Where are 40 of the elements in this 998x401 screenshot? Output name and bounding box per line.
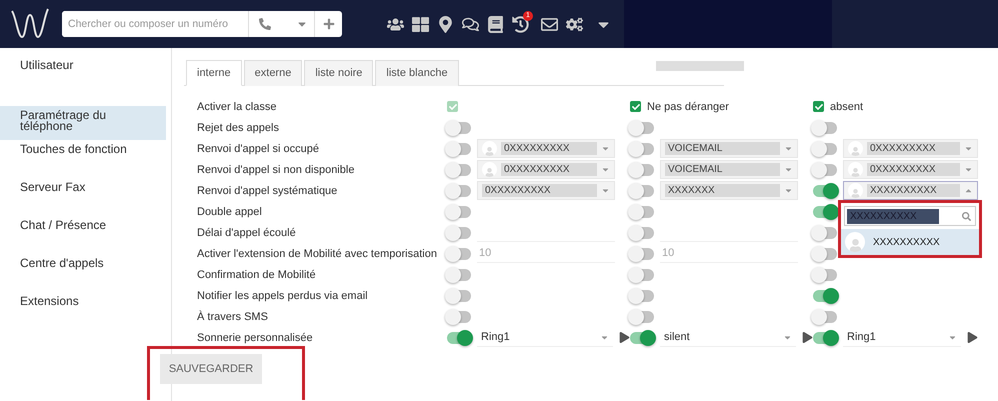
setting-label: Double appel [197, 206, 263, 218]
select-field[interactable]: 0XXXXXXXXX [843, 160, 978, 179]
ringtone-select[interactable]: Ring1 [843, 328, 961, 347]
setting-label: Notifier les appels perdus via email [197, 290, 369, 302]
tab[interactable]: interne [186, 60, 242, 86]
sidebar-item[interactable]: Utilisateur [0, 56, 166, 94]
setting-label: Sonnerie personnalisée [197, 332, 314, 344]
select-field[interactable]: XXXXXXX [660, 181, 798, 200]
setting-label: À travers SMS [197, 310, 269, 322]
select-field[interactable]: 0XXXXXXXXX [477, 160, 615, 179]
checkbox-label: absent [830, 100, 864, 112]
select-field[interactable]: 0XXXXXXXXX [477, 139, 615, 158]
tab[interactable]: liste blanche [375, 60, 459, 86]
setting-label: Activer l'extension de Mobilité avec temporisation [197, 248, 438, 260]
tab[interactable]: externe [244, 60, 302, 86]
sidebar-item[interactable]: Touches de fonction [0, 140, 166, 178]
dropdown-option[interactable]: XXXXXXXXXX [841, 229, 979, 255]
ringtone-select[interactable]: Ring1 [477, 328, 613, 347]
sidebar-item[interactable]: Chat / Présence [0, 216, 166, 254]
search-field[interactable]: Chercher ou composer un numéro [62, 11, 342, 37]
tab[interactable]: liste noire [304, 60, 374, 86]
sidebar-item[interactable]: Serveur Fax [0, 178, 166, 216]
select-field[interactable]: VOICEMAIL [660, 139, 798, 158]
setting-label: Confirmation de Mobilité [197, 268, 317, 280]
setting-label: Renvoi d'appel si occupé [197, 142, 320, 154]
sidebar-item[interactable]: Centre d'appels [0, 254, 166, 292]
sidebar-item[interactable]: Paramétrage du téléphone [0, 106, 166, 140]
setting-label: Rejet des appels [197, 122, 280, 134]
ringtone-select[interactable]: silent [660, 328, 796, 347]
sidebar-item[interactable]: Extensions [0, 292, 166, 330]
setting-label: Activer la classe [197, 100, 278, 112]
setting-label: Renvoi d'appel systématique [197, 184, 338, 196]
setting-label: Renvoi d'appel si non disponible [197, 164, 356, 176]
select-field[interactable]: 0XXXXXXXXX [843, 139, 978, 158]
select-field[interactable]: 0XXXXXXXXX [477, 181, 615, 200]
checkbox-label: Ne pas déranger [647, 100, 729, 112]
select-field[interactable]: XXXXXXXXXX [843, 181, 978, 200]
save-button[interactable]: SAUVEGARDER [160, 354, 262, 384]
setting-label: Délai d'appel écoulé [197, 226, 297, 238]
select-field[interactable]: VOICEMAIL [660, 160, 798, 179]
